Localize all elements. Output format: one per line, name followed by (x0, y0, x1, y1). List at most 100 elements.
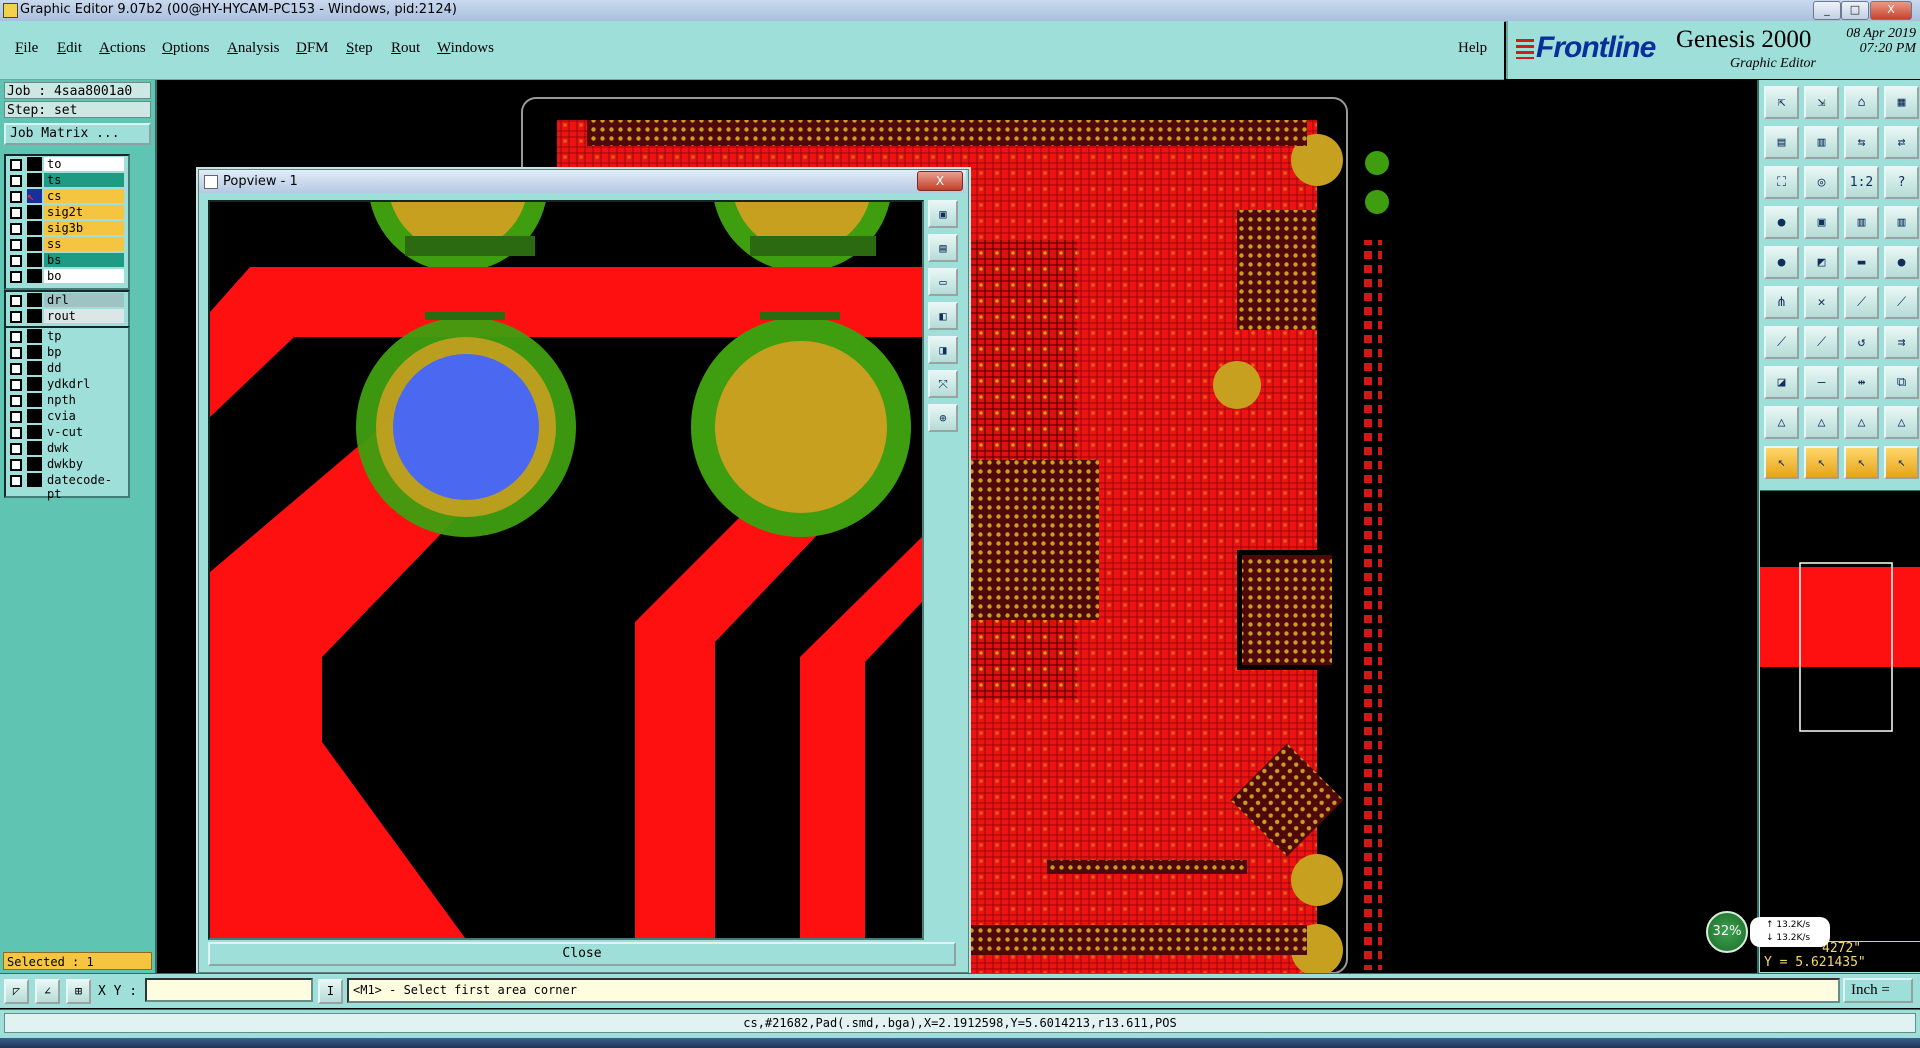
help-icon[interactable]: ? (1884, 166, 1919, 199)
diag-icon[interactable]: ⟋ (1804, 326, 1839, 359)
layer-color-swatch[interactable] (27, 345, 42, 359)
layer-color-swatch[interactable] (27, 329, 42, 343)
layer-name[interactable]: datecode-pt (44, 473, 124, 501)
select-mode-icon[interactable]: ◸ (4, 979, 29, 1004)
layer-row-bs[interactable]: bs (6, 252, 128, 268)
xy-input[interactable] (145, 978, 313, 1002)
connect-alt-icon[interactable]: ⟋ (1884, 286, 1919, 319)
layer-color-swatch[interactable] (27, 361, 42, 375)
step-icon[interactable]: ⇄ (1884, 126, 1919, 159)
layer-name[interactable]: ydkdrl (44, 377, 124, 391)
layer-color-swatch[interactable] (27, 173, 42, 187)
layer-checkbox[interactable] (10, 207, 22, 219)
layer-row-drl[interactable]: drl (6, 292, 128, 308)
layer-color-swatch[interactable] (27, 393, 42, 407)
menu-actions[interactable]: Actions (99, 40, 146, 57)
layer-name[interactable]: cvia (44, 409, 124, 423)
layer-name[interactable]: ss (44, 237, 124, 251)
cursor-icon[interactable]: ↖ (1764, 446, 1799, 479)
ruler-icon[interactable]: ▬ (1844, 246, 1879, 279)
grid-mode-icon[interactable]: ⊞ (66, 979, 91, 1004)
text-icon[interactable]: △ (1764, 406, 1799, 439)
scale-icon[interactable]: 1:2 (1844, 166, 1879, 199)
layer-checkbox[interactable] (10, 347, 22, 359)
layer-name[interactable]: bs (44, 253, 124, 267)
layer-row-datecode-pt[interactable]: datecode-pt (6, 472, 128, 501)
layer-color-swatch[interactable] (27, 409, 42, 423)
layer-checkbox[interactable] (10, 427, 22, 439)
text-alt-icon[interactable]: △ (1804, 406, 1839, 439)
shift-icon[interactable]: — (1804, 366, 1839, 399)
maximize-button[interactable]: □ (1841, 1, 1869, 20)
pop-save-icon[interactable]: ▤ (928, 234, 958, 262)
pointer-icon[interactable]: ↖ (1844, 446, 1879, 479)
layer-checkbox[interactable] (10, 255, 22, 267)
layer-row-npth[interactable]: npth (6, 392, 128, 408)
overview-map[interactable] (1760, 490, 1920, 941)
snap-icon[interactable]: ▤ (1764, 126, 1799, 159)
pointer-alt-icon[interactable]: ↖ (1884, 446, 1919, 479)
center-icon[interactable]: ◎ (1804, 166, 1839, 199)
layer-icon[interactable]: ▥ (1844, 206, 1879, 239)
layer-checkbox[interactable] (10, 363, 22, 375)
layer-row-v-cut[interactable]: v-cut (6, 424, 128, 440)
layer-checkbox[interactable] (10, 159, 22, 171)
layer-row-dd[interactable]: dd (6, 360, 128, 376)
layer-name[interactable]: bo (44, 269, 124, 283)
layer-color-swatch[interactable]: ↖ (27, 189, 42, 203)
poly-icon[interactable]: △ (1844, 406, 1879, 439)
layer-name[interactable]: rout (44, 309, 124, 323)
layer-name[interactable]: dd (44, 361, 124, 375)
layer-name[interactable]: ts (44, 173, 124, 187)
layer-alt-icon[interactable]: ▥ (1884, 206, 1919, 239)
layer-name[interactable]: sig3b (44, 221, 124, 235)
layer-row-dwk[interactable]: dwk (6, 440, 128, 456)
layer-row-to[interactable]: to (6, 156, 128, 172)
layer-color-swatch[interactable] (27, 377, 42, 391)
menu-edit[interactable]: Edit (57, 40, 82, 57)
measure-mode-icon[interactable]: ∠ (35, 979, 60, 1004)
layer-name[interactable]: drl (44, 293, 124, 307)
pan-icon[interactable]: ⇆ (1844, 126, 1879, 159)
layer-checkbox[interactable] (10, 459, 22, 471)
grid-icon[interactable]: ▦ (1884, 86, 1919, 119)
unit-selector[interactable]: Inch = (1843, 978, 1913, 1003)
layer-color-swatch[interactable] (27, 221, 42, 235)
layer-checkbox[interactable] (10, 395, 22, 407)
layer-row-sig2t[interactable]: sig2t (6, 204, 128, 220)
pop-monitor-icon[interactable]: ▭ (928, 268, 958, 296)
layer-row-ydkdrl[interactable]: ydkdrl (6, 376, 128, 392)
layer-name[interactable]: dwkby (44, 457, 124, 471)
popview-close-icon[interactable]: X (917, 171, 963, 191)
fit-icon[interactable]: ⛶ (1764, 166, 1799, 199)
mirror-icon[interactable]: ⇹ (1844, 366, 1879, 399)
contour-icon[interactable]: △ (1884, 406, 1919, 439)
layer-row-sig3b[interactable]: sig3b (6, 220, 128, 236)
text-cursor-icon[interactable]: I (318, 979, 343, 1004)
layer-row-cs[interactable]: ↖ cs (6, 188, 128, 204)
layer-checkbox[interactable] (10, 379, 22, 391)
layer-name[interactable]: cs (44, 189, 124, 203)
layer-row-bo[interactable]: bo (6, 268, 128, 284)
zoom-home-icon[interactable]: ⇱ (1764, 86, 1799, 119)
mesh-icon[interactable]: ▣ (1804, 206, 1839, 239)
layer-color-swatch[interactable] (27, 309, 42, 323)
layer-checkbox[interactable] (10, 443, 22, 455)
layer-name[interactable]: sig2t (44, 205, 124, 219)
layer-checkbox[interactable] (10, 223, 22, 235)
layer-checkbox[interactable] (10, 271, 22, 283)
pop-fit-icon[interactable]: ⤧ (928, 370, 958, 398)
job-matrix-button[interactable]: Job Matrix ... (4, 123, 151, 145)
layer-name[interactable]: bp (44, 345, 124, 359)
layer-checkbox[interactable] (10, 191, 22, 203)
menu-step[interactable]: Step (346, 40, 373, 57)
layer-row-rout[interactable]: rout (6, 308, 128, 324)
layer-checkbox[interactable] (10, 295, 22, 307)
net-icon[interactable]: ⋔ (1764, 286, 1799, 319)
copy-icon[interactable]: ⧉ (1884, 366, 1919, 399)
menu-rout[interactable]: Rout (391, 40, 420, 57)
pop-zoom-icon[interactable]: ▣ (928, 200, 958, 228)
zoom-in-icon[interactable]: ⇲ (1804, 86, 1839, 119)
layer-color-swatch[interactable] (27, 205, 42, 219)
layer-color-swatch[interactable] (27, 269, 42, 283)
